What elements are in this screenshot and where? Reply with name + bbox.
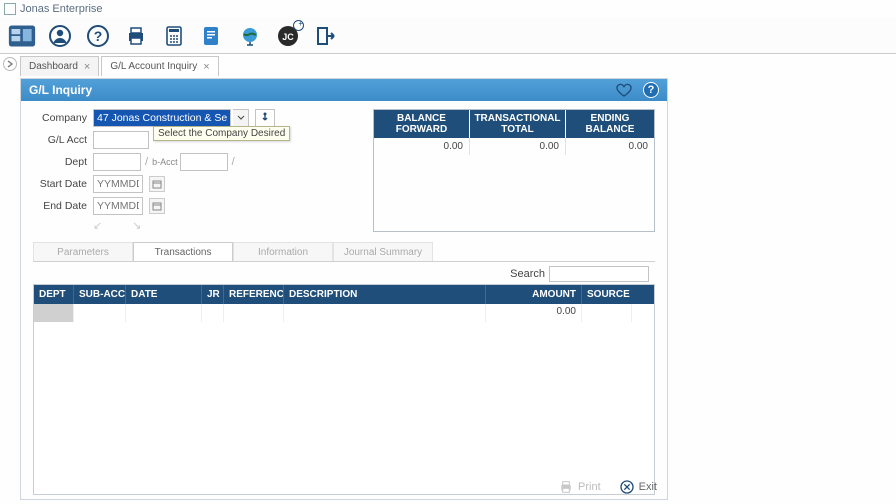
company-label: Company bbox=[33, 112, 93, 124]
globe-button[interactable] bbox=[236, 22, 264, 50]
transactions-grid: DEPT SUB-ACCT DATE JR REFERENCE DESCRIPT… bbox=[33, 284, 655, 495]
dept-label: Dept bbox=[33, 156, 93, 168]
company-input[interactable] bbox=[93, 109, 231, 127]
help-button[interactable]: ? bbox=[84, 22, 112, 50]
transactional-total-value: 0.00 bbox=[470, 138, 566, 155]
close-icon[interactable]: × bbox=[203, 57, 209, 77]
tab-information[interactable]: Information bbox=[233, 242, 333, 261]
enddate-input[interactable] bbox=[93, 197, 143, 215]
tab-label: Dashboard bbox=[29, 57, 78, 77]
exit-label: Exit bbox=[639, 481, 657, 493]
col-subacct[interactable]: SUB-ACCT bbox=[74, 285, 126, 304]
balance-forward-header: BALANCE FORWARD bbox=[374, 110, 470, 138]
calendar-icon bbox=[152, 179, 162, 189]
col-description[interactable]: DESCRIPTION bbox=[284, 285, 486, 304]
svg-text:JC: JC bbox=[282, 32, 294, 42]
col-source[interactable]: SOURCE bbox=[582, 285, 632, 304]
close-circle-icon bbox=[619, 479, 635, 495]
panel-help-button[interactable]: ? bbox=[643, 82, 659, 98]
tab-journal-summary[interactable]: Journal Summary bbox=[333, 242, 433, 261]
cell-ref bbox=[224, 304, 284, 322]
company-tooltip: Select the Company Desired bbox=[153, 126, 290, 141]
ending-balance-header: ENDING BALANCE bbox=[566, 110, 654, 138]
print-footer-button: Print bbox=[558, 479, 601, 495]
panel-header: G/L Inquiry ? bbox=[21, 79, 667, 101]
search-input[interactable] bbox=[549, 266, 649, 282]
col-reference[interactable]: REFERENCE bbox=[224, 285, 284, 304]
tab-dashboard[interactable]: Dashboard × bbox=[20, 56, 99, 76]
col-date[interactable]: DATE bbox=[126, 285, 202, 304]
enddate-calendar-button[interactable] bbox=[149, 198, 165, 214]
calculator-button[interactable] bbox=[160, 22, 188, 50]
balance-forward-value: 0.00 bbox=[374, 138, 470, 155]
cell-date bbox=[126, 304, 202, 322]
window-title-bar: Jonas Enterprise bbox=[0, 0, 896, 18]
favorite-icon[interactable] bbox=[615, 81, 633, 99]
app-icon bbox=[4, 3, 16, 15]
print-label: Print bbox=[578, 481, 601, 493]
subacct-input[interactable] bbox=[180, 153, 228, 171]
notes-button[interactable] bbox=[198, 22, 226, 50]
tab-parameters[interactable]: Parameters bbox=[33, 242, 133, 261]
close-icon[interactable]: × bbox=[84, 57, 90, 77]
svg-text:?: ? bbox=[94, 28, 103, 44]
expand-sidebar-button[interactable] bbox=[3, 57, 17, 71]
tab-transactions[interactable]: Transactions bbox=[133, 242, 233, 261]
glacct-input[interactable] bbox=[93, 131, 149, 149]
next-icon[interactable]: ↘ bbox=[132, 219, 141, 232]
subacct-label: b-Acct bbox=[152, 157, 178, 167]
cell-desc bbox=[284, 304, 486, 322]
cell-jr bbox=[202, 304, 224, 322]
window-title: Jonas Enterprise bbox=[20, 0, 103, 18]
tab-gl-account-inquiry[interactable]: G/L Account Inquiry × bbox=[101, 56, 218, 76]
transactional-total-header: TRANSACTIONAL TOTAL bbox=[470, 110, 566, 138]
calendar-icon bbox=[152, 201, 162, 211]
search-label: Search bbox=[510, 268, 545, 280]
balance-summary: BALANCE FORWARD TRANSACTIONAL TOTAL ENDI… bbox=[373, 109, 655, 232]
exit-app-button[interactable] bbox=[312, 22, 340, 50]
panel-footer: Print Exit bbox=[558, 479, 657, 495]
cell-amount: 0.00 bbox=[486, 304, 582, 322]
col-amount[interactable]: AMOUNT bbox=[486, 285, 582, 304]
jc-button[interactable]: JC bbox=[274, 22, 302, 50]
glacct-label: G/L Acct bbox=[33, 134, 93, 146]
parameters-form: Company Select the Company Desired G/L A… bbox=[33, 109, 275, 232]
home-module-button[interactable] bbox=[8, 22, 36, 50]
cell-source bbox=[582, 304, 632, 322]
startdate-label: Start Date bbox=[33, 178, 93, 190]
ending-balance-value: 0.00 bbox=[566, 138, 654, 155]
panel-title: G/L Inquiry bbox=[29, 83, 92, 97]
col-jr[interactable]: JR bbox=[202, 285, 224, 304]
col-dept[interactable]: DEPT bbox=[34, 285, 74, 304]
tab-label: G/L Account Inquiry bbox=[110, 57, 197, 77]
main-toolbar: ? JC bbox=[0, 18, 896, 54]
cell-subacct bbox=[74, 304, 126, 322]
startdate-calendar-button[interactable] bbox=[149, 176, 165, 192]
company-dropdown-button[interactable] bbox=[233, 109, 249, 127]
enddate-label: End Date bbox=[33, 200, 93, 212]
print-button[interactable] bbox=[122, 22, 150, 50]
cell-dept bbox=[34, 304, 74, 322]
document-tab-strip: Dashboard × G/L Account Inquiry × bbox=[0, 54, 896, 76]
user-button[interactable] bbox=[46, 22, 74, 50]
company-lookup-button[interactable] bbox=[255, 109, 275, 127]
printer-icon bbox=[558, 479, 574, 495]
startdate-input[interactable] bbox=[93, 175, 143, 193]
inner-tab-strip: Parameters Transactions Information Jour… bbox=[33, 242, 655, 262]
gl-inquiry-panel: G/L Inquiry ? Company Select the Company… bbox=[20, 78, 668, 500]
pin-down-icon bbox=[259, 112, 271, 124]
prev-icon[interactable]: ↙ bbox=[93, 219, 102, 232]
exit-footer-button[interactable]: Exit bbox=[619, 479, 657, 495]
chevron-down-icon bbox=[237, 115, 245, 121]
table-row[interactable]: 0.00 bbox=[34, 304, 654, 322]
dept-input[interactable] bbox=[93, 153, 141, 171]
